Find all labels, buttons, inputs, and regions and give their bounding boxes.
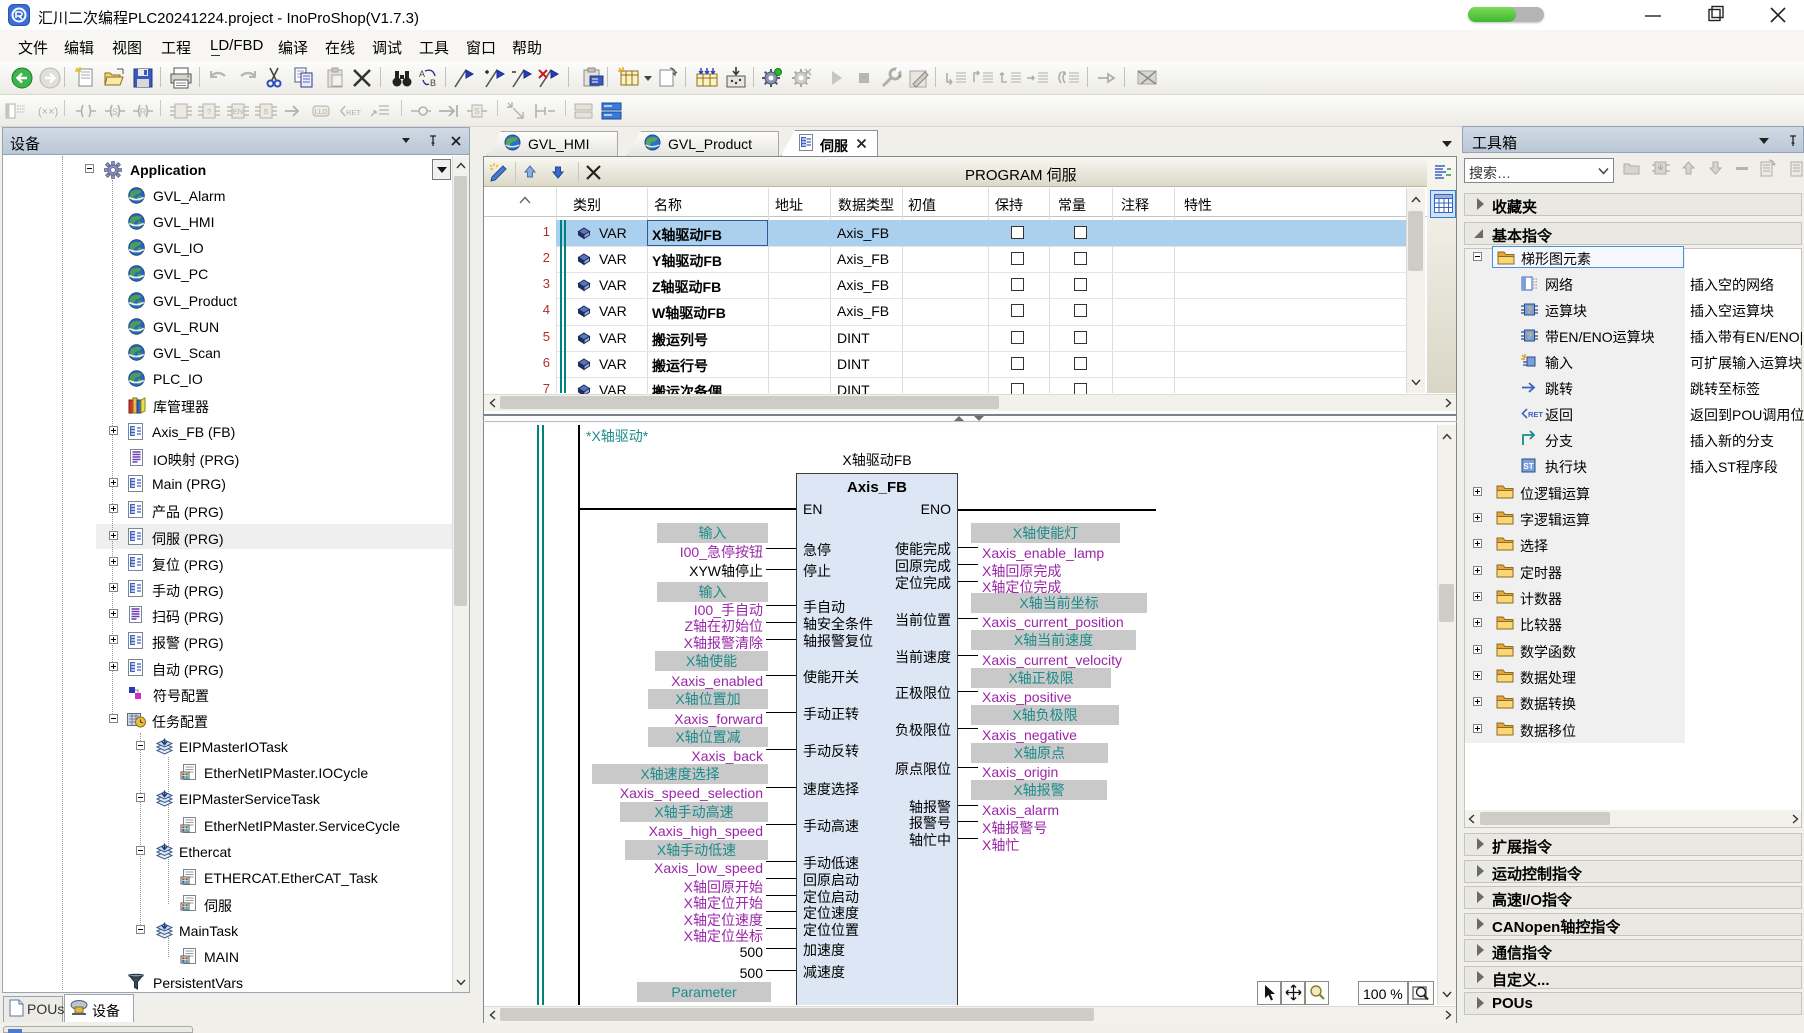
svg-text:RET: RET	[1528, 410, 1543, 419]
svg-text:?: ?	[207, 107, 211, 116]
svg-text:A: A	[419, 69, 425, 79]
svg-text:(××): (××)	[38, 106, 58, 118]
svg-text:EN: EN	[233, 107, 243, 116]
svg-text:B: B	[430, 78, 436, 88]
svg-text:LLD: LLD	[315, 109, 328, 116]
svg-text:S: S	[263, 107, 268, 116]
svg-text:R: R	[140, 107, 147, 117]
svg-text:S: S	[474, 107, 479, 116]
svg-text:?: ?	[1527, 331, 1533, 341]
svg-text:ST: ST	[1523, 462, 1533, 471]
svg-text:S: S	[112, 107, 118, 117]
svg-text:RET: RET	[346, 108, 361, 117]
svg-text:?: ?	[1527, 305, 1533, 315]
